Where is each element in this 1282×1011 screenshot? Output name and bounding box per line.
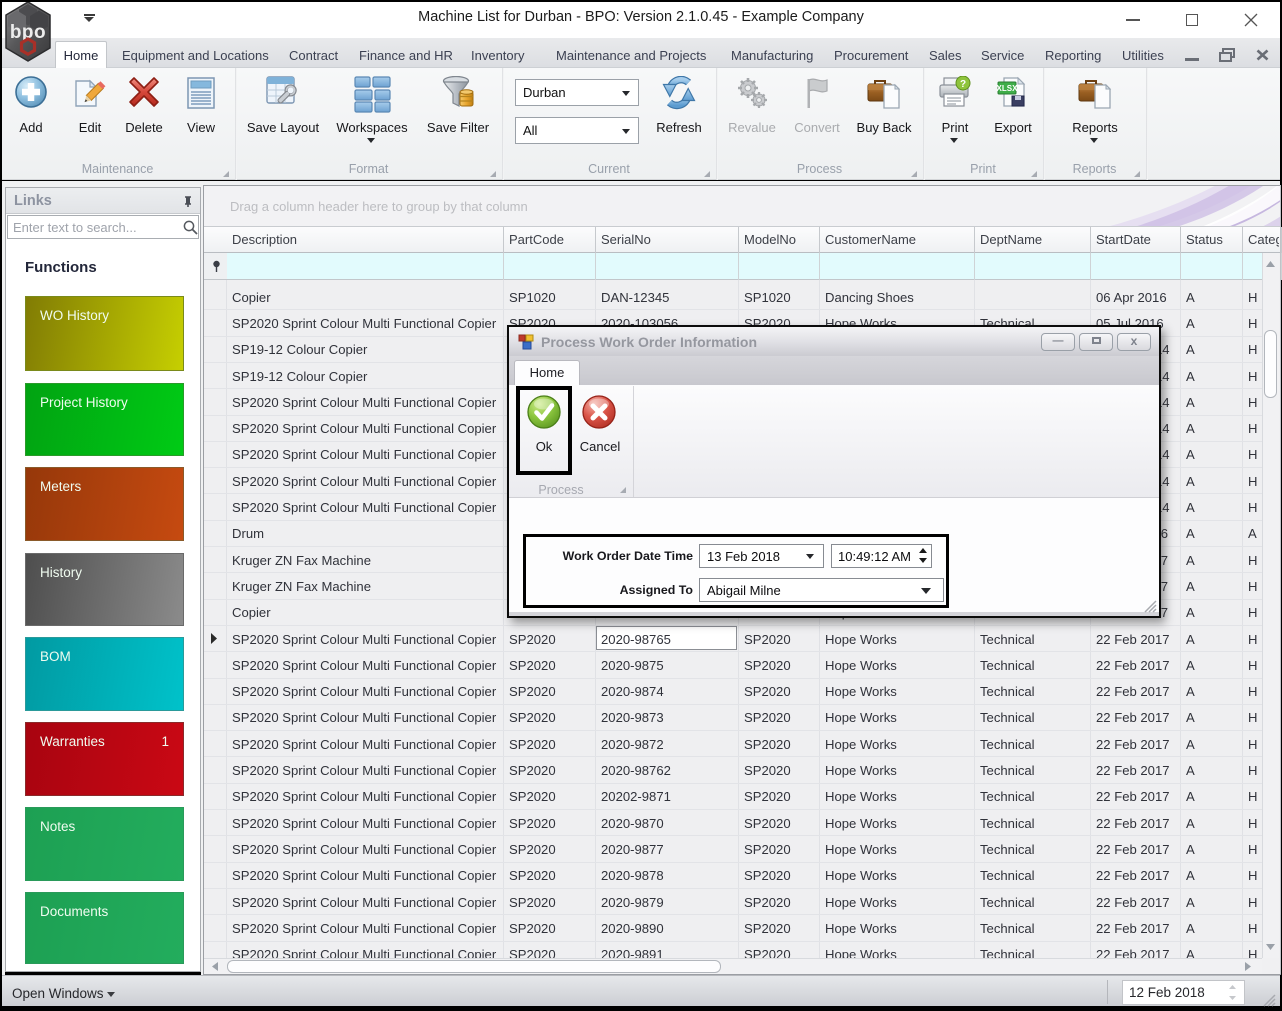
svg-text:?: ? [960, 79, 966, 90]
svg-text:XLSX: XLSX [997, 84, 1019, 93]
